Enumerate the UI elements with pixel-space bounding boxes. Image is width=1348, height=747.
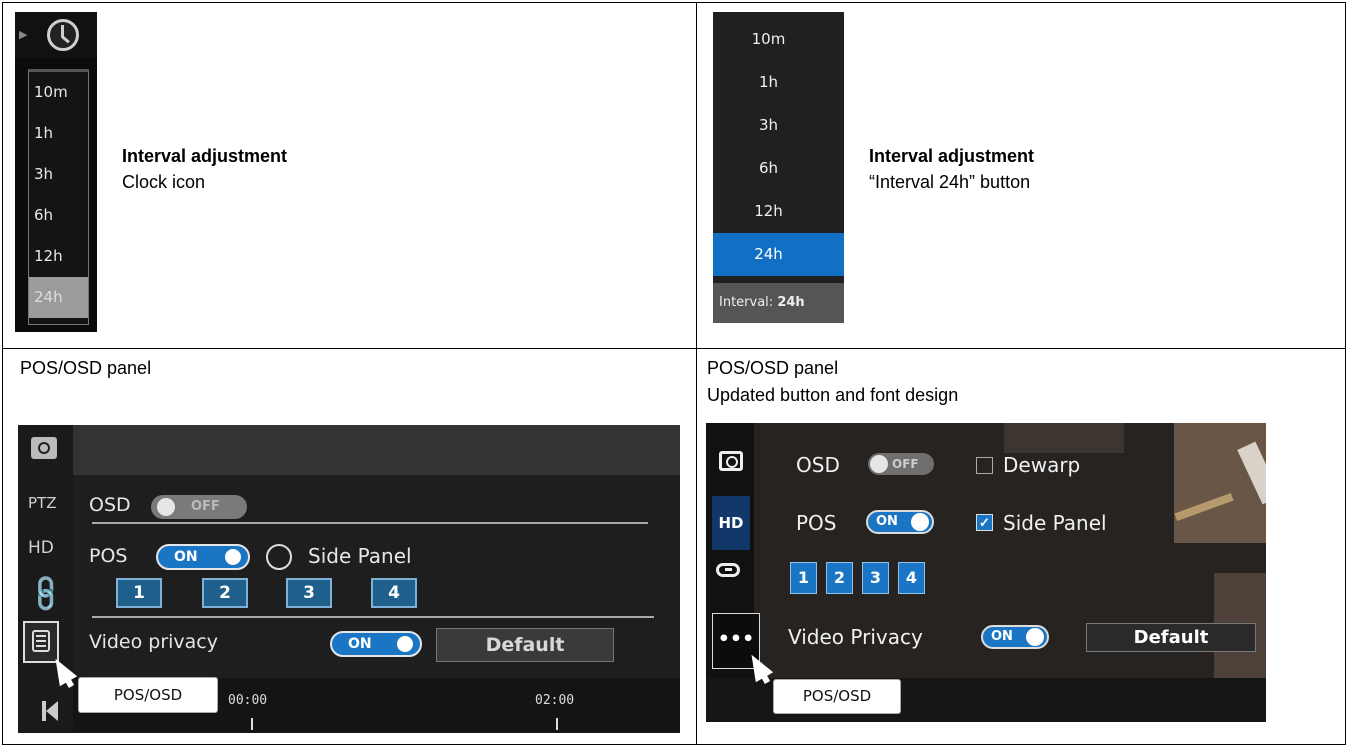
osd-toggle[interactable]: OFF (151, 495, 247, 519)
interval-option-24h[interactable]: 24h (29, 277, 88, 318)
cell1-description: Interval adjustment Clock icon (122, 143, 287, 195)
panel-sidebar: HD ••• (706, 423, 760, 678)
pos-channel-2-button[interactable]: 2 (826, 562, 853, 594)
osd-toggle[interactable]: OFF (868, 453, 934, 475)
interval-option-10m[interactable]: 10m (29, 72, 88, 113)
pos-toggle[interactable]: ON (866, 510, 934, 534)
interval-24h-button[interactable]: Interval: 24h (713, 283, 844, 323)
timeline-tick (556, 718, 558, 730)
new-pos-osd-panel: HD ••• OSD OFF Dewarp POS ON ✓ Side Pane… (706, 423, 1266, 722)
dewarp-label: Dewarp (1003, 453, 1081, 477)
old-interval-menu: ▶ 10m 1h 3h 6h 12h 24h (15, 12, 97, 332)
interval-option-3h[interactable]: 3h (29, 154, 88, 195)
interval-option-24h[interactable]: 24h (713, 233, 844, 276)
link-icon[interactable]: 🔗 (24, 571, 69, 616)
pos-channel-3-button[interactable]: 3 (862, 562, 889, 594)
link-icon[interactable] (716, 563, 740, 577)
cell1-title: Interval adjustment (122, 146, 288, 166)
interval-option-3h[interactable]: 3h (713, 104, 844, 147)
cell2-title: Interval adjustment (869, 146, 1035, 166)
sidebar-hd[interactable]: HD (28, 538, 54, 558)
panel-sidebar: PTZ HD 🔗 (18, 425, 73, 733)
timeline-tick (251, 718, 253, 730)
clock-icon[interactable] (47, 19, 79, 51)
cell3-caption: POS/OSD panel (20, 358, 152, 378)
side-panel-radio[interactable] (266, 544, 292, 570)
interval-option-1h[interactable]: 1h (29, 113, 88, 154)
clock-toolbar: ▶ (15, 12, 97, 58)
video-privacy-label: Video Privacy (788, 625, 923, 649)
camera-icon[interactable] (31, 437, 57, 459)
old-pos-osd-panel: PTZ HD 🔗 OSD OFF POS ON Side Panel 1 2 3… (18, 425, 680, 733)
osd-panel-icon[interactable] (23, 621, 59, 663)
default-button[interactable]: Default (436, 628, 614, 662)
separator-bottom (92, 616, 654, 618)
pos-channel-3-button[interactable]: 3 (286, 578, 332, 608)
dewarp-checkbox[interactable] (976, 457, 993, 474)
side-panel-checkbox[interactable]: ✓ (976, 514, 993, 531)
cell1-subtitle: Clock icon (122, 172, 206, 192)
timeline-label-end: 02:00 (535, 693, 575, 708)
cell2-subtitle: “Interval 24h” button (869, 172, 1031, 192)
side-panel-label: Side Panel (1003, 511, 1107, 535)
separator-top (92, 522, 648, 524)
arrow-right-icon: ▶ (19, 29, 28, 41)
cell4-caption: POS/OSD panel (707, 358, 839, 378)
cell2-description: Interval adjustment “Interval 24h” butto… (869, 143, 1034, 195)
video-privacy-toggle[interactable]: ON (330, 631, 422, 657)
interval-option-1h[interactable]: 1h (713, 61, 844, 104)
pos-channel-4-button[interactable]: 4 (898, 562, 925, 594)
table-divider-horizontal (3, 348, 1345, 349)
skip-back-icon[interactable] (42, 701, 58, 721)
pos-osd-tooltip: POS/OSD (78, 677, 218, 713)
camera-icon[interactable] (719, 451, 743, 471)
interval-option-6h[interactable]: 6h (29, 195, 88, 236)
pos-toggle[interactable]: ON (156, 544, 250, 570)
new-interval-menu: 10m 1h 3h 6h 12h 24h Interval: 24h (713, 12, 844, 323)
interval-option-12h[interactable]: 12h (29, 236, 88, 277)
osd-label: OSD (89, 494, 131, 516)
interval-footer-label: Interval: (719, 295, 774, 310)
osd-label: OSD (796, 453, 840, 477)
interval-option-10m[interactable]: 10m (713, 18, 844, 61)
video-privacy-label: Video privacy (89, 631, 219, 653)
pos-label: POS (796, 511, 837, 535)
pos-channel-2-button[interactable]: 2 (202, 578, 248, 608)
default-button[interactable]: Default (1086, 623, 1256, 652)
video-privacy-toggle[interactable]: ON (981, 625, 1049, 649)
pos-channel-1-button[interactable]: 1 (116, 578, 162, 608)
hd-button[interactable]: HD (712, 496, 750, 550)
sidebar-ptz[interactable]: PTZ (28, 494, 56, 512)
panel-topbar (73, 425, 680, 475)
interval-option-6h[interactable]: 6h (713, 147, 844, 190)
pos-osd-tooltip: POS/OSD (773, 679, 901, 714)
pos-channel-1-button[interactable]: 1 (790, 562, 817, 594)
pos-label: POS (89, 545, 128, 567)
pos-channel-4-button[interactable]: 4 (371, 578, 417, 608)
table-divider-vertical (696, 3, 697, 744)
interval-list: 10m 1h 3h 6h 12h 24h (28, 69, 89, 325)
side-panel-label: Side Panel (308, 544, 412, 568)
interval-footer-value: 24h (777, 295, 805, 310)
timeline-label-start: 00:00 (228, 693, 268, 708)
interval-option-12h[interactable]: 12h (713, 190, 844, 233)
cell4-caption-2: Updated button and font design (707, 385, 959, 405)
